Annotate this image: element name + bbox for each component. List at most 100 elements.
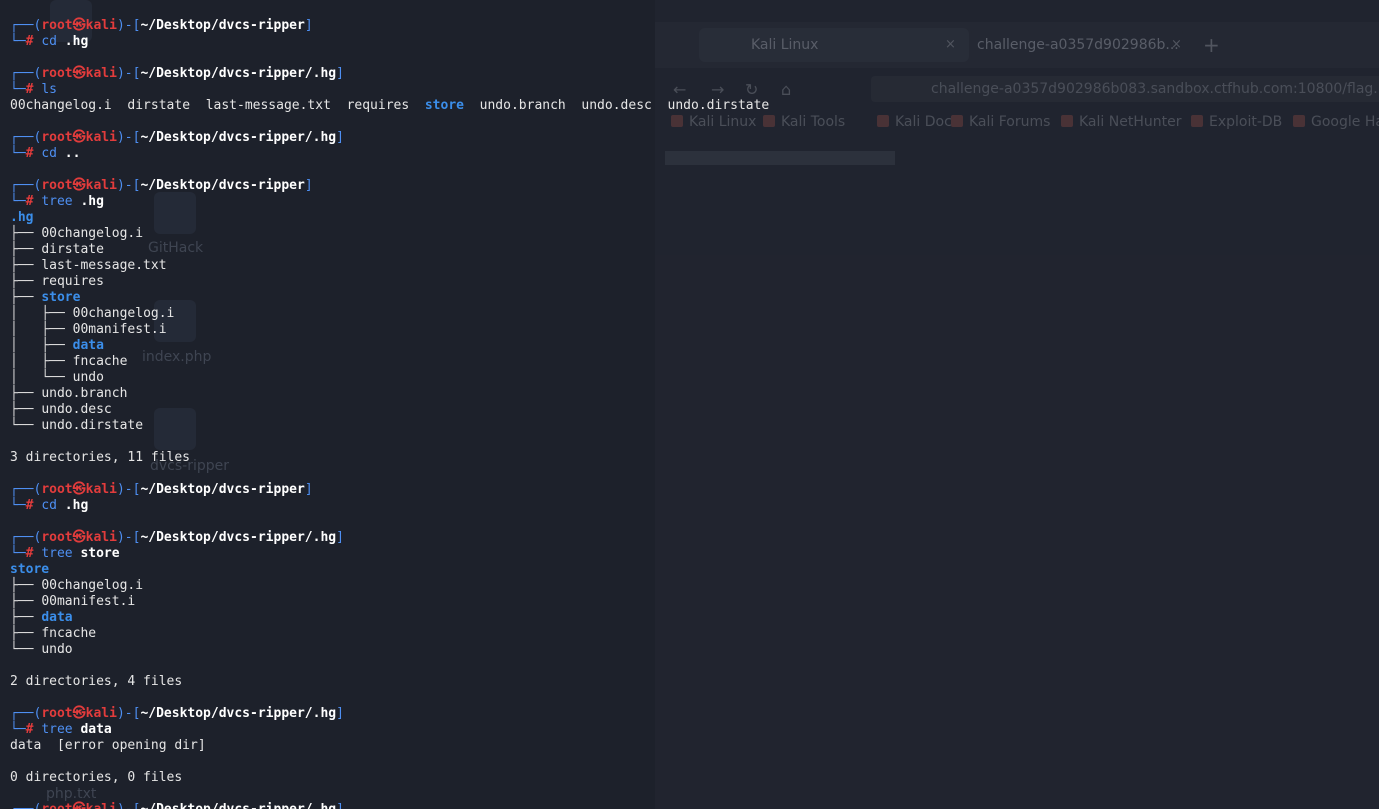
undefined bbox=[57, 146, 65, 161]
tree-summary: 2 directories, 4 files bbox=[10, 674, 182, 690]
tree-file: dirstate bbox=[41, 242, 104, 257]
tree-summary-text: 0 directories, 0 files bbox=[10, 770, 183, 785]
tree-file: 00changelog.i bbox=[72, 306, 175, 321]
prompt-bracket: ┌──( bbox=[10, 66, 42, 81]
command-argument: data bbox=[80, 722, 112, 737]
tree-line: │ ├── 00changelog.i bbox=[10, 306, 174, 322]
command-name: ls bbox=[41, 82, 57, 97]
prompt-bracket: )-[ bbox=[116, 18, 141, 33]
file-entry: undo.desc bbox=[581, 98, 652, 113]
prompt-bracket: ] bbox=[304, 482, 313, 497]
prompt-bracket: ] bbox=[336, 130, 344, 145]
prompt-bracket: ┌──( bbox=[10, 530, 42, 545]
prompt-bracket: ] bbox=[336, 802, 344, 809]
kali-at-icon: ㉿ bbox=[72, 706, 86, 721]
tree-line: │ ├── data bbox=[10, 338, 104, 354]
tree-file: last-message.txt bbox=[41, 258, 167, 273]
tree-line: ├── 00changelog.i bbox=[10, 226, 143, 242]
prompt-host: kali bbox=[86, 802, 117, 809]
command-line: └─# cd .hg bbox=[10, 498, 88, 514]
tree-file: 00changelog.i bbox=[41, 578, 144, 593]
tree-branch: ├── bbox=[10, 402, 42, 417]
prompt-user: root bbox=[41, 706, 73, 721]
tree-branch: ├── bbox=[10, 274, 42, 289]
command-line: └─# ls bbox=[10, 82, 57, 98]
prompt-user: root bbox=[41, 178, 73, 193]
tree-summary-text: 2 directories, 4 files bbox=[10, 674, 183, 689]
tree-file: 00changelog.i bbox=[41, 226, 144, 241]
prompt-host: kali bbox=[85, 482, 117, 497]
tree-line: └── undo.dirstate bbox=[10, 418, 143, 434]
command-line: └─# tree .hg bbox=[10, 194, 104, 210]
tree-branch: ├── bbox=[10, 386, 42, 401]
prompt-corner: └─ bbox=[10, 194, 26, 209]
tree-branch: │ ├── bbox=[10, 322, 73, 337]
command-name: cd bbox=[41, 146, 57, 161]
undefined bbox=[464, 98, 480, 113]
tree-branch: └── bbox=[10, 642, 42, 657]
command-name: tree bbox=[41, 546, 73, 561]
tree-file: undo bbox=[72, 370, 104, 385]
tree-branch: ├── bbox=[10, 626, 42, 641]
prompt-bracket: ] bbox=[336, 66, 344, 81]
prompt-line: ┌──(root㉿kali)-[~/Desktop/dvcs-ripper/.h… bbox=[10, 130, 344, 146]
prompt-host: kali bbox=[85, 66, 117, 81]
undefined bbox=[190, 98, 206, 113]
command-argument: .hg bbox=[80, 194, 104, 209]
prompt-user: root bbox=[41, 482, 73, 497]
prompt-path: ~/Desktop/dvcs-ripper/.hg bbox=[140, 530, 337, 545]
file-entry: dirstate bbox=[127, 98, 191, 113]
command-argument: .hg bbox=[64, 34, 89, 49]
kali-at-icon: ㉿ bbox=[72, 130, 86, 145]
command-line: └─# cd .. bbox=[10, 146, 80, 162]
prompt-user: root bbox=[41, 18, 73, 33]
tree-line: ├── 00changelog.i bbox=[10, 578, 143, 594]
tree-line: ├── dirstate bbox=[10, 242, 104, 258]
prompt-line: ┌──(root㉿kali)-[~/Desktop/dvcs-ripper/.h… bbox=[10, 530, 344, 546]
prompt-corner: └─ bbox=[10, 82, 26, 97]
tree-branch: ├── bbox=[10, 242, 42, 257]
tree-branch: ├── bbox=[10, 258, 42, 273]
undefined bbox=[57, 498, 65, 513]
tree-summary: 3 directories, 11 files bbox=[10, 450, 190, 466]
prompt-host: kali bbox=[85, 530, 117, 545]
prompt-bracket: ┌──( bbox=[10, 130, 42, 145]
tree-branch: ├── bbox=[10, 578, 42, 593]
prompt-user: root bbox=[41, 530, 73, 545]
prompt-bracket: ┌──( bbox=[10, 178, 42, 193]
tree-file: undo.branch bbox=[41, 386, 128, 401]
command-name: tree bbox=[41, 722, 73, 737]
prompt-corner: └─ bbox=[10, 498, 26, 513]
prompt-bracket: ] bbox=[336, 706, 344, 721]
tree-directory: data bbox=[72, 338, 104, 353]
file-entry: undo.dirstate bbox=[667, 98, 770, 113]
tree-file: requires bbox=[41, 274, 104, 289]
kali-at-icon: ㉿ bbox=[72, 66, 86, 81]
tree-summary-text: 3 directories, 11 files bbox=[10, 450, 191, 465]
prompt-line: ┌──(root㉿kali)-[~/Desktop/dvcs-ripper] bbox=[10, 178, 313, 194]
tree-file: 00manifest.i bbox=[41, 594, 136, 609]
directory-entry: store bbox=[424, 98, 464, 113]
file-entry: undo.branch bbox=[479, 98, 566, 113]
error-output: data [error opening dir] bbox=[10, 738, 206, 753]
prompt-user: root bbox=[41, 802, 72, 809]
command-name: tree bbox=[41, 194, 73, 209]
tree-root-line: .hg bbox=[10, 210, 33, 226]
prompt-path: ~/Desktop/dvcs-ripper/.hg bbox=[140, 802, 336, 809]
prompt-corner: └─ bbox=[10, 34, 26, 49]
undefined bbox=[57, 34, 65, 49]
tree-line: ├── requires bbox=[10, 274, 104, 290]
tree-line: ├── undo.desc bbox=[10, 402, 112, 418]
tree-line: ├── undo.branch bbox=[10, 386, 127, 402]
kali-at-icon: ㉿ bbox=[73, 802, 86, 809]
prompt-host: kali bbox=[85, 178, 117, 193]
undefined bbox=[409, 98, 425, 113]
prompt-path: ~/Desktop/dvcs-ripper/.hg bbox=[140, 130, 337, 145]
prompt-corner: └─ bbox=[10, 146, 26, 161]
tree-branch: │ ├── bbox=[10, 306, 73, 321]
terminal-output[interactable]: ┌──(root㉿kali)-[~/Desktop/dvcs-ripper] └─… bbox=[0, 0, 1379, 809]
prompt-path: ~/Desktop/dvcs-ripper/.hg bbox=[140, 66, 337, 81]
kali-at-icon: ㉿ bbox=[72, 530, 86, 545]
prompt-host: kali bbox=[85, 130, 117, 145]
tree-line: ├── store bbox=[10, 290, 80, 306]
